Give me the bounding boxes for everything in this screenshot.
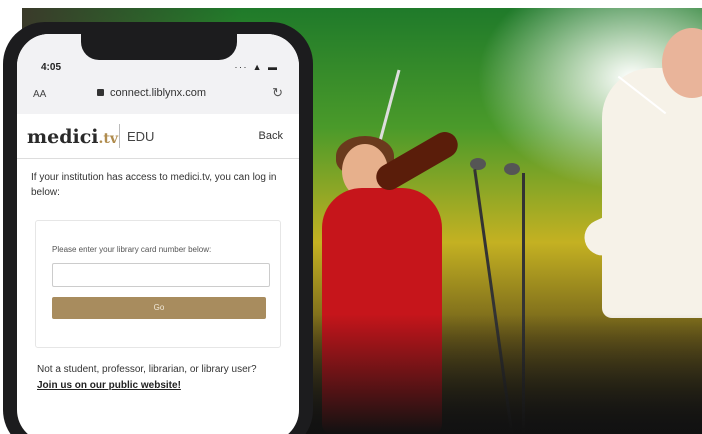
logo-name: medici [27,126,99,148]
conductor-jacket [602,68,702,318]
logo-tld: .tv [98,131,118,147]
reload-icon[interactable]: ↻ [272,85,283,101]
library-card-label: Please enter your library card number be… [52,245,212,254]
public-website-link[interactable]: Join us on our public website! [37,380,181,391]
intro-text: If your institution has access to medici… [31,172,277,198]
library-card-input[interactable] [52,263,270,287]
url-display[interactable]: connect.liblynx.com [97,87,206,99]
url-text: connect.liblynx.com [110,87,206,99]
promo-banner: 4:05 ∙∙∙ ▲ ▬ AA connect.liblynx.com ↻ me… [0,0,702,434]
microphone-1 [470,158,486,170]
go-button[interactable]: Go [52,297,266,319]
medici-logo[interactable]: medici.tv [27,126,118,148]
site-header: medici.tv EDU Back [17,114,299,159]
back-link[interactable]: Back [259,130,283,142]
phone-mockup: 4:05 ∙∙∙ ▲ ▬ AA connect.liblynx.com ↻ me… [3,22,313,434]
footer-question: Not a student, professor, librarian, or … [37,364,257,375]
browser-url-bar[interactable]: AA connect.liblynx.com ↻ [17,74,299,115]
text-size-button[interactable]: AA [33,89,46,100]
phone-screen: 4:05 ∙∙∙ ▲ ▬ AA connect.liblynx.com ↻ me… [17,34,299,434]
status-time: 4:05 [41,62,62,73]
signal-wifi-battery-icon: ∙∙∙ ▲ ▬ [234,62,279,72]
section-label: EDU [127,129,155,144]
phone-notch [81,34,237,60]
header-divider [119,124,120,148]
login-panel: Please enter your library card number be… [35,220,281,348]
microphone-2 [504,163,520,175]
lock-icon [97,89,104,96]
